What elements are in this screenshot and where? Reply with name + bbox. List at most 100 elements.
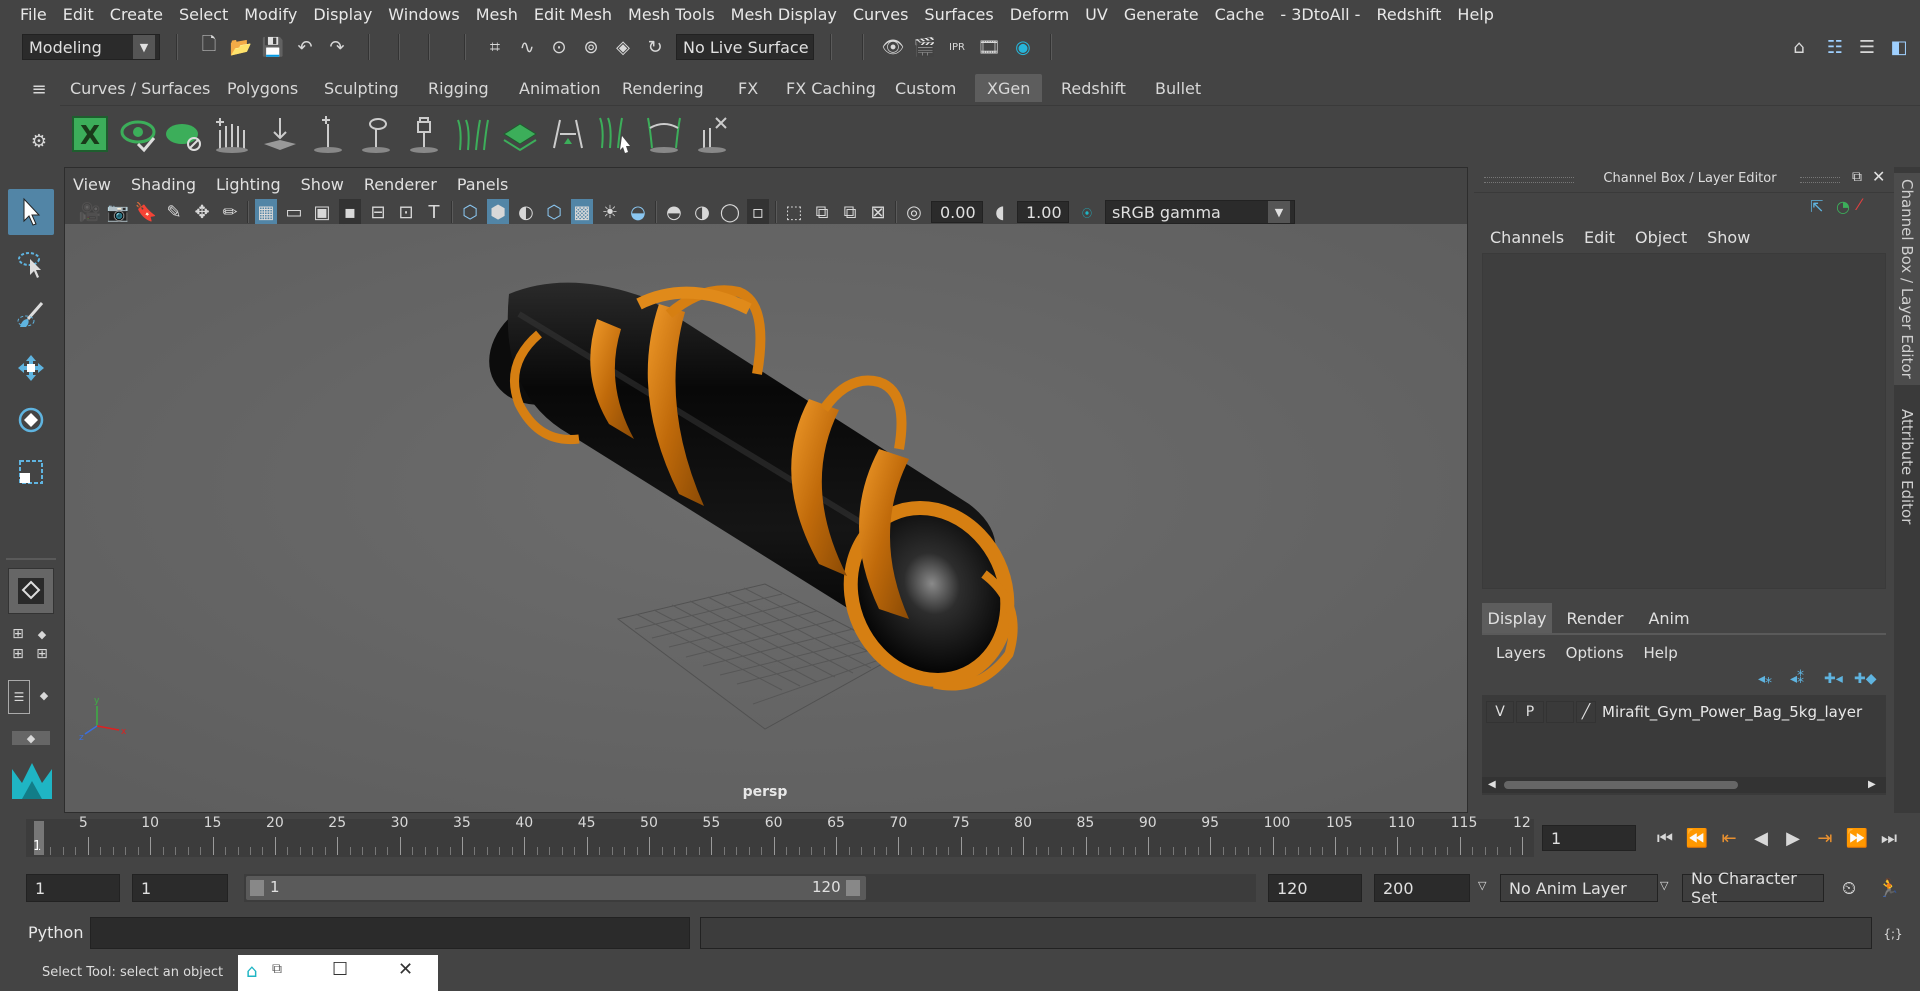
menu-mesh-tools[interactable]: Mesh Tools <box>620 5 723 24</box>
menu-select[interactable]: Select <box>171 5 236 24</box>
snap-live-icon[interactable]: ↻ <box>642 34 668 60</box>
float-panel-icon[interactable]: ⧉ <box>1852 169 1862 185</box>
scroll-left-icon[interactable]: ◀ <box>1488 779 1496 790</box>
workspace-icon[interactable]: ⌂ <box>1786 34 1812 60</box>
screen-space-ao-icon[interactable]: ◓ <box>663 199 685 225</box>
xgen-brush-select-icon[interactable] <box>594 112 638 156</box>
menu-redshift[interactable]: Redshift <box>1368 5 1449 24</box>
motion-blur-icon[interactable]: ◑ <box>691 199 713 225</box>
channel-menu-object[interactable]: Object <box>1635 228 1687 247</box>
grid-icon[interactable]: ▦ <box>255 199 277 225</box>
menu-file[interactable]: File <box>12 5 55 24</box>
menu-3dtoall[interactable]: - 3DtoAll - <box>1272 5 1368 24</box>
xgen-place-guide-icon[interactable] <box>258 112 302 156</box>
go-to-end-icon[interactable]: ⏭ <box>1876 825 1902 851</box>
xray-joints-icon[interactable]: ⧉ <box>839 199 861 225</box>
menu-generate[interactable]: Generate <box>1116 5 1207 24</box>
snap-view-icon[interactable]: ⊚ <box>578 34 604 60</box>
hypershade-icon[interactable]: ◉ <box>1010 34 1036 60</box>
playback-end-field[interactable]: 120 <box>1268 874 1362 902</box>
wireframe-on-shaded-icon[interactable]: ⬡ <box>543 199 565 225</box>
move-tool-icon[interactable] <box>8 345 54 391</box>
play-backward-icon[interactable]: ◀ <box>1748 825 1774 851</box>
command-input[interactable] <box>90 917 690 949</box>
xray-components-icon[interactable]: ⊠ <box>867 199 889 225</box>
tab-channel-box[interactable]: Channel Box / Layer Editor <box>1894 173 1920 385</box>
layer-color-swatch[interactable]: ╱ <box>1576 701 1596 723</box>
modeling-toolkit-icon[interactable]: ☷ <box>1822 34 1848 60</box>
character-set-field[interactable]: No Character Set <box>1682 869 1824 907</box>
safe-action-icon[interactable]: ⊡ <box>395 199 417 225</box>
safe-title-icon[interactable]: T <box>423 199 445 225</box>
menu-surfaces[interactable]: Surfaces <box>916 5 1001 24</box>
next-key-icon[interactable]: ⇥ <box>1812 825 1838 851</box>
channel-menu-channels[interactable]: Channels <box>1490 228 1564 247</box>
play-forward-icon[interactable]: ▶ <box>1780 825 1806 851</box>
maximize-icon[interactable]: ☐ <box>332 959 348 980</box>
restore-icon[interactable]: ⧉ <box>272 961 282 977</box>
layer-tab-anim[interactable]: Anim <box>1638 603 1700 633</box>
menu-display[interactable]: Display <box>305 5 380 24</box>
chevron-down-icon[interactable]: ▽ <box>1478 879 1486 892</box>
playback-start-field[interactable]: 1 <box>132 874 228 902</box>
xgen-preview-icon[interactable] <box>116 112 160 156</box>
viewport-menu-panels[interactable]: Panels <box>457 175 509 194</box>
render-settings-icon[interactable]: 👁 <box>880 34 906 60</box>
channel-menu-show[interactable]: Show <box>1707 228 1750 247</box>
isolate-select-icon[interactable]: ⬚ <box>783 199 805 225</box>
shelf-tab-animation[interactable]: Animation <box>507 74 613 102</box>
chevron-down-icon[interactable]: ▽ <box>1660 879 1668 892</box>
range-bar[interactable]: 1 120 <box>244 874 1256 902</box>
menu-mesh-display[interactable]: Mesh Display <box>723 5 845 24</box>
scene-start-field[interactable]: 1 <box>26 874 120 902</box>
ipr-render-icon[interactable]: IPR <box>944 34 970 60</box>
current-frame-field[interactable]: 1 <box>1542 825 1636 851</box>
layer-name[interactable]: Mirafit_Gym_Power_Bag_5kg_layer <box>1602 703 1862 721</box>
camera-attributes-icon[interactable]: 📷 <box>107 199 129 225</box>
viewport-menu-renderer[interactable]: Renderer <box>364 175 437 194</box>
manipulator-icon[interactable]: ⇱ <box>1810 197 1823 216</box>
xgen-sculpt-icon[interactable] <box>546 112 590 156</box>
shelf-tab-redshift[interactable]: Redshift <box>1049 74 1138 102</box>
default-material-icon[interactable]: ◐ <box>515 199 537 225</box>
menu-uv[interactable]: UV <box>1077 5 1116 24</box>
layer-display-type-toggle[interactable] <box>1546 701 1574 723</box>
two-d-pan-icon[interactable]: ✥ <box>191 199 213 225</box>
layout-collapse-icon[interactable]: ◆ <box>12 731 50 745</box>
speed-icon[interactable]: ◔ <box>1836 197 1850 216</box>
grease-pencil-icon[interactable]: ✏ <box>219 199 241 225</box>
snap-surface-icon[interactable]: ◈ <box>610 34 636 60</box>
exposure-icon[interactable]: ◎ <box>903 199 925 225</box>
viewport-menu-view[interactable]: View <box>73 175 111 194</box>
xgen-clear-preview-icon[interactable] <box>162 112 206 156</box>
field-chart-icon[interactable]: ⊟ <box>367 199 389 225</box>
bookmark-icon[interactable]: 🔖 <box>135 199 157 225</box>
channel-box-toggle-icon[interactable]: ◧ <box>1886 34 1912 60</box>
auto-key-icon[interactable]: ⏲ <box>1836 875 1862 901</box>
step-back-key-icon[interactable]: ⏪ <box>1684 825 1710 851</box>
scene-end-field[interactable]: 200 <box>1374 874 1470 902</box>
shelf-tab-polygons[interactable]: Polygons <box>215 74 310 102</box>
perspective-viewport[interactable]: y x z persp <box>65 224 1467 812</box>
tab-attribute-editor[interactable]: Attribute Editor <box>1894 397 1920 537</box>
xgen-editor-icon[interactable]: X <box>68 112 112 156</box>
render-view-icon[interactable]: 🎞 <box>976 34 1002 60</box>
open-scene-icon[interactable]: 📂 <box>228 34 254 60</box>
depth-of-field-icon[interactable]: ▫ <box>747 199 769 225</box>
menu-mesh[interactable]: Mesh <box>468 5 526 24</box>
select-tool-icon[interactable] <box>8 189 54 235</box>
xray-icon[interactable]: ⧉ <box>811 199 833 225</box>
shelf-tab-curves-surfaces[interactable]: Curves / Surfaces <box>58 74 222 102</box>
use-all-lights-icon[interactable]: ☀ <box>599 199 621 225</box>
single-perspective-layout-icon[interactable] <box>8 568 54 614</box>
resolution-gate-icon[interactable]: ▣ <box>311 199 333 225</box>
viewport-menu-show[interactable]: Show <box>301 175 344 194</box>
animation-preferences-icon[interactable]: 🏃 <box>1876 875 1902 901</box>
lasso-tool-icon[interactable] <box>8 241 54 287</box>
shelf-tab-fx-caching[interactable]: FX Caching <box>774 74 888 102</box>
rotate-tool-icon[interactable] <box>8 397 54 443</box>
close-icon[interactable]: ✕ <box>1872 167 1885 186</box>
shelf-tab-bullet[interactable]: Bullet <box>1143 74 1213 102</box>
exposure-field[interactable]: 0.00 <box>931 201 983 223</box>
shelf-tab-rigging[interactable]: Rigging <box>416 74 501 102</box>
